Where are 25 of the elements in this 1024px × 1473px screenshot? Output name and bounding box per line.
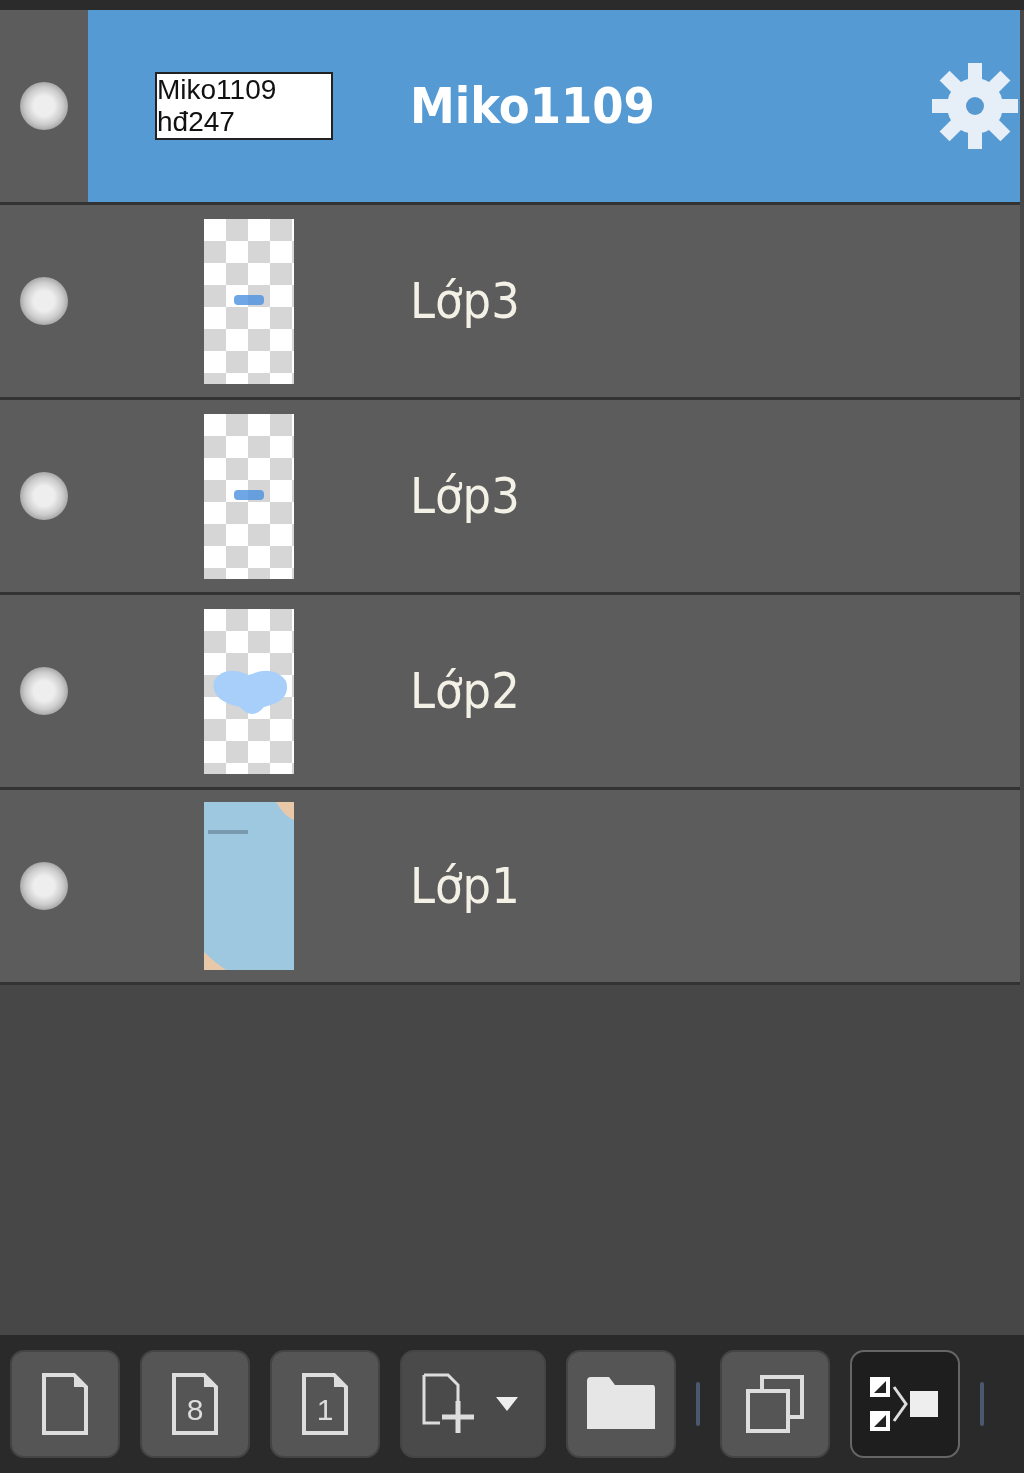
layer-name: Lớp3: [410, 467, 521, 525]
layer-row[interactable]: Lớp3: [0, 205, 1020, 400]
layer-name: Lớp2: [410, 662, 521, 720]
copy-layer-button[interactable]: [720, 1350, 830, 1458]
layer-row[interactable]: Lớp3: [0, 400, 1020, 595]
add-layer-button[interactable]: [400, 1350, 546, 1458]
duplicate-icon: [744, 1373, 806, 1435]
layer-thumbnail: Miko1109 hđ247: [155, 72, 333, 140]
settings-icon[interactable]: [930, 61, 1020, 151]
layer-row[interactable]: Lớp2: [0, 595, 1020, 790]
layer-name: Lớp1: [410, 857, 521, 915]
layer-name: Lớp3: [410, 272, 521, 330]
visibility-toggle[interactable]: [20, 667, 68, 715]
page-layer-button[interactable]: 1: [270, 1350, 380, 1458]
page-layer-button[interactable]: 8: [140, 1350, 250, 1458]
layer-name: Miko1109: [410, 77, 656, 135]
visibility-toggle[interactable]: [20, 277, 68, 325]
visibility-toggle[interactable]: [20, 862, 68, 910]
layer-row[interactable]: Miko1109 hđ247 Miko1109: [0, 10, 1020, 205]
new-layer-button[interactable]: [10, 1350, 120, 1458]
layer-row[interactable]: Lớp1: [0, 790, 1020, 985]
folder-layer-button[interactable]: [566, 1350, 676, 1458]
visibility-toggle[interactable]: [20, 472, 68, 520]
visibility-toggle[interactable]: [20, 82, 68, 130]
merge-layer-button[interactable]: [850, 1350, 960, 1458]
